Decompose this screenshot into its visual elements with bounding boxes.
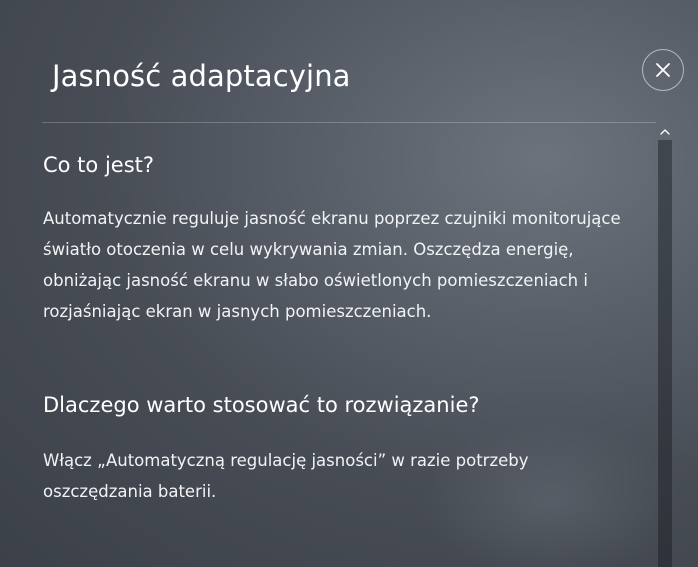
scroll-up-button[interactable] xyxy=(657,124,673,140)
text-line: oszczędzania baterii. xyxy=(43,482,217,501)
text-line: Włącz „Automatyczną regulację jasności” … xyxy=(43,451,529,470)
text-line: obniżając jasność ekranu w słabo oświetl… xyxy=(43,271,588,290)
section-text-why-use-it: Włącz „Automatyczną regulację jasności” … xyxy=(43,445,529,507)
close-icon xyxy=(656,63,670,77)
text-line: światło otoczenia w celu wykrywania zmia… xyxy=(43,240,574,259)
vertical-scrollbar[interactable] xyxy=(657,124,673,567)
chevron-up-icon xyxy=(660,129,670,135)
dialog-title: Jasność adaptacyjna xyxy=(52,59,351,93)
scrollbar-track[interactable] xyxy=(658,140,672,567)
title-divider xyxy=(42,122,656,123)
adaptive-brightness-dialog: Jasność adaptacyjna Co to jest? Automaty… xyxy=(0,0,698,567)
close-button[interactable] xyxy=(642,49,684,91)
section-heading-why-use-it: Dlaczego warto stosować to rozwiązanie? xyxy=(43,393,480,417)
section-heading-what-is-it: Co to jest? xyxy=(43,153,155,177)
text-line: Automatycznie reguluje jasność ekranu po… xyxy=(43,209,621,228)
text-line: rozjaśniając ekran w jasnych pomieszczen… xyxy=(43,302,432,321)
section-text-what-is-it: Automatycznie reguluje jasność ekranu po… xyxy=(43,203,621,327)
